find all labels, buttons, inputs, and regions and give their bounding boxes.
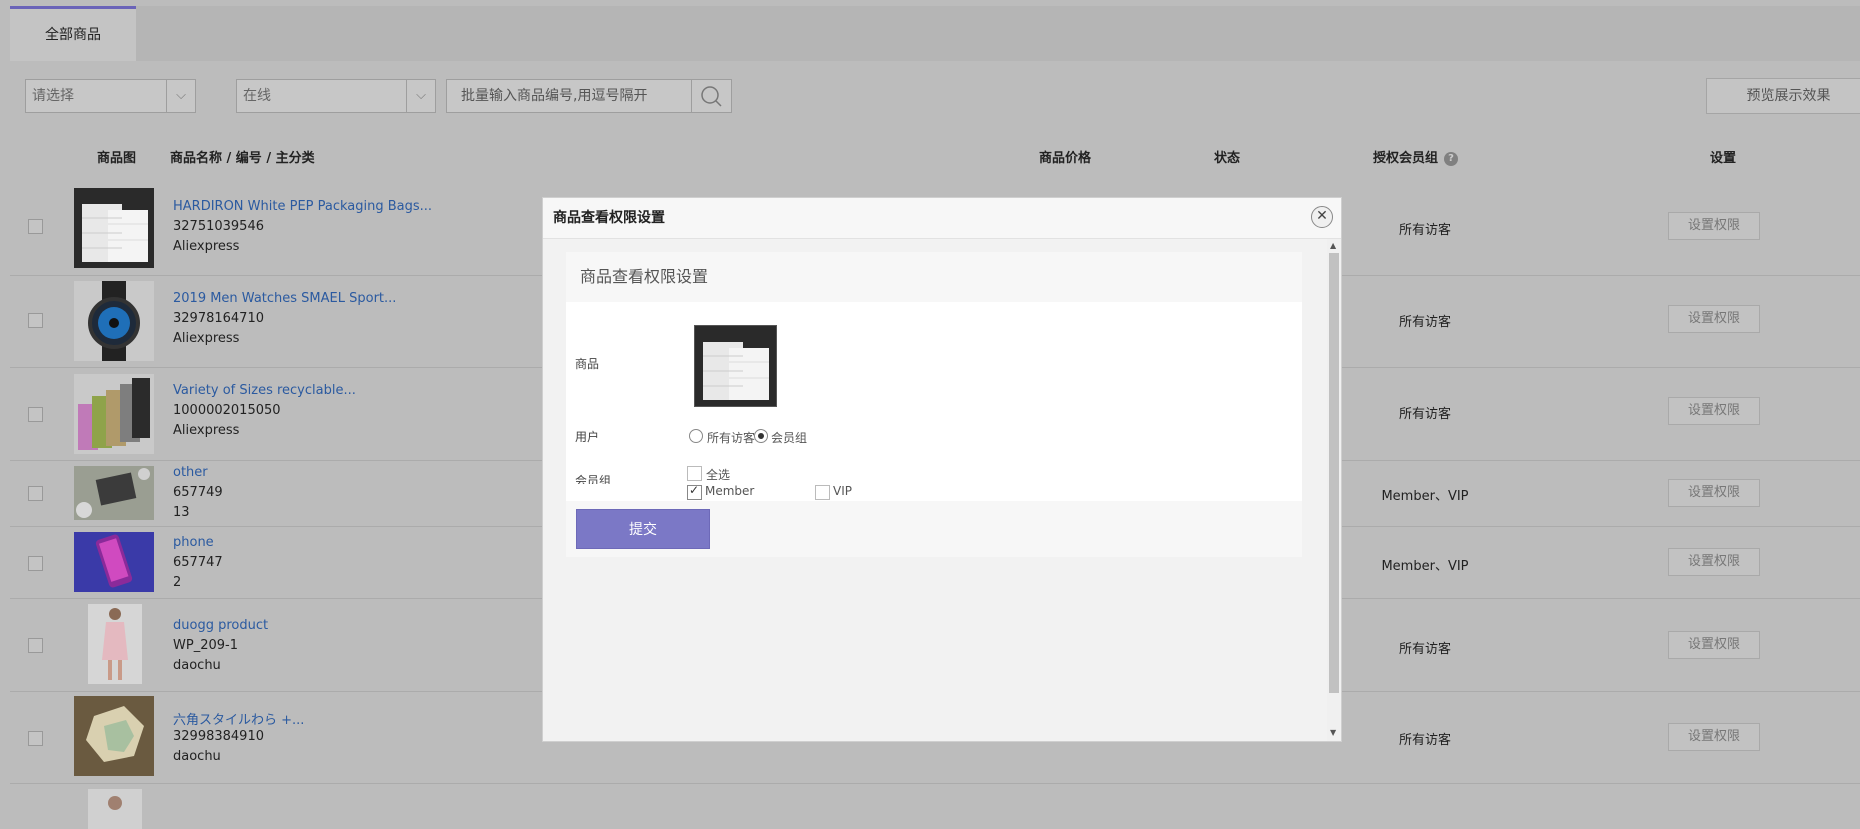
set-permission-button[interactable]: 设置权限 bbox=[1668, 723, 1760, 751]
authorized-group: Member、VIP bbox=[1381, 489, 1469, 504]
product-name-link[interactable]: HARDIRON White PEP Packaging Bags... bbox=[173, 199, 432, 214]
row-checkbox[interactable] bbox=[28, 731, 43, 746]
row-checkbox[interactable] bbox=[28, 313, 43, 328]
product-category: Aliexpress bbox=[173, 239, 240, 254]
product-category: daochu bbox=[173, 749, 221, 764]
authorized-group: 所有访客 bbox=[1398, 642, 1451, 657]
product-category: 13 bbox=[173, 505, 190, 520]
header-settings: 设置 bbox=[1710, 151, 1737, 166]
modal-scrollbar[interactable]: ▲ ▼ bbox=[1327, 239, 1341, 741]
search-icon bbox=[701, 86, 722, 107]
header-group: 授权会员组? bbox=[1373, 135, 1459, 183]
set-permission-button[interactable]: 设置权限 bbox=[1668, 397, 1760, 425]
select-all-label: 全选 bbox=[706, 468, 731, 482]
header-price: 商品价格 bbox=[1039, 151, 1092, 166]
row-checkbox[interactable] bbox=[28, 486, 43, 501]
row-checkbox[interactable] bbox=[28, 407, 43, 422]
authorized-group: Member、VIP bbox=[1381, 559, 1469, 574]
product-thumbnail bbox=[74, 374, 154, 454]
product-label: 商品 bbox=[575, 357, 600, 371]
category-select-value: 请选择 bbox=[32, 88, 74, 104]
authorized-group: 所有访客 bbox=[1398, 407, 1451, 422]
authorized-group: 所有访客 bbox=[1398, 315, 1451, 330]
member-checkbox[interactable] bbox=[687, 483, 702, 500]
submit-button[interactable]: 提交 bbox=[576, 509, 710, 549]
authorized-group: 所有访客 bbox=[1398, 733, 1451, 748]
radio-member-group-label: 会员组 bbox=[771, 431, 808, 445]
search-input[interactable]: 批量输入商品编号,用逗号隔开 bbox=[446, 79, 692, 113]
chevron-down-icon: ⌵ bbox=[406, 80, 435, 112]
header-image: 商品图 bbox=[97, 151, 137, 166]
tab-bar: 全部商品 bbox=[10, 6, 1860, 61]
product-number: 657747 bbox=[173, 555, 223, 570]
product-category: 2 bbox=[173, 575, 182, 590]
member-label: Member bbox=[705, 484, 755, 498]
product-thumbnail bbox=[88, 789, 142, 829]
table-row bbox=[10, 783, 1860, 829]
help-icon[interactable]: ? bbox=[1444, 151, 1459, 166]
category-select[interactable]: 请选择 ⌵ bbox=[25, 79, 196, 113]
product-number: 32751039546 bbox=[173, 219, 264, 234]
set-permission-button[interactable]: 设置权限 bbox=[1668, 631, 1760, 659]
set-permission-button[interactable]: 设置权限 bbox=[1668, 305, 1760, 333]
tab-all-products[interactable]: 全部商品 bbox=[10, 6, 136, 61]
product-thumbnail bbox=[74, 532, 154, 592]
product-number: 1000002015050 bbox=[173, 403, 281, 418]
permission-form: 商品 用户 所有访客 会员组 会员组 全选 bbox=[566, 302, 1302, 497]
modal-header: 商品查看权限设置 ✕ bbox=[543, 198, 1341, 239]
set-permission-button[interactable]: 设置权限 bbox=[1668, 479, 1760, 507]
row-checkbox[interactable] bbox=[28, 219, 43, 234]
product-name-link[interactable]: duogg product bbox=[173, 618, 268, 633]
scroll-down-icon[interactable]: ▼ bbox=[1330, 728, 1336, 737]
modal-title: 商品查看权限设置 bbox=[553, 210, 665, 226]
vip-label: VIP bbox=[833, 484, 852, 498]
product-image bbox=[694, 325, 777, 407]
radio-all-visitors[interactable] bbox=[689, 429, 703, 443]
close-icon[interactable]: ✕ bbox=[1311, 206, 1333, 228]
product-name-link[interactable]: Variety of Sizes recyclable... bbox=[173, 383, 356, 398]
product-thumbnail bbox=[74, 188, 154, 268]
form-footer: 提交 bbox=[566, 501, 1302, 557]
header-group-label: 授权会员组 bbox=[1373, 151, 1439, 166]
product-number: WP_209-1 bbox=[173, 638, 238, 653]
product-thumbnail bbox=[88, 604, 142, 684]
chevron-down-icon: ⌵ bbox=[166, 80, 195, 112]
authorized-group: 所有访客 bbox=[1398, 223, 1451, 238]
product-thumbnail bbox=[74, 466, 154, 520]
radio-member-group[interactable] bbox=[754, 429, 768, 443]
product-number: 657749 bbox=[173, 485, 223, 500]
header-status: 状态 bbox=[1214, 151, 1241, 166]
permission-modal: 商品查看权限设置 ✕ 商品查看权限设置 商品 用户 所有访客 会员组 会员组 全… bbox=[542, 197, 1342, 742]
product-name-link[interactable]: 六角スタイルわら +... bbox=[173, 709, 304, 728]
product-number: 32998384910 bbox=[173, 729, 264, 744]
filter-bar: 请选择 ⌵ 在线 ⌵ 批量输入商品编号,用逗号隔开 预览展示效果 bbox=[10, 70, 1860, 130]
modal-body: 商品查看权限设置 商品 用户 所有访客 会员组 会员组 全选 Member VI… bbox=[543, 239, 1327, 741]
scroll-thumb[interactable] bbox=[1329, 253, 1339, 693]
preview-button[interactable]: 预览展示效果 bbox=[1706, 78, 1860, 114]
product-category: Aliexpress bbox=[173, 331, 240, 346]
user-label: 用户 bbox=[575, 430, 600, 444]
product-category: Aliexpress bbox=[173, 423, 240, 438]
product-name-link[interactable]: phone bbox=[173, 535, 214, 550]
product-name-link[interactable]: other bbox=[173, 465, 208, 480]
set-permission-button[interactable]: 设置权限 bbox=[1668, 548, 1760, 576]
scroll-up-icon[interactable]: ▲ bbox=[1330, 241, 1336, 250]
set-permission-button[interactable]: 设置权限 bbox=[1668, 212, 1760, 240]
radio-all-visitors-label: 所有访客 bbox=[707, 431, 756, 445]
vip-checkbox[interactable] bbox=[815, 485, 830, 500]
product-number: 32978164710 bbox=[173, 311, 264, 326]
product-category: daochu bbox=[173, 658, 221, 673]
header-name: 商品名称 / 编号 / 主分类 bbox=[170, 151, 315, 166]
card-title: 商品查看权限设置 bbox=[566, 252, 1302, 302]
product-thumbnail bbox=[74, 696, 154, 776]
status-select-value: 在线 bbox=[243, 88, 271, 104]
search-button[interactable] bbox=[692, 79, 732, 113]
select-all-checkbox[interactable] bbox=[687, 466, 702, 481]
row-checkbox[interactable] bbox=[28, 638, 43, 653]
product-name-link[interactable]: 2019 Men Watches SMAEL Sport... bbox=[173, 291, 396, 306]
product-thumbnail bbox=[74, 281, 154, 361]
row-checkbox[interactable] bbox=[28, 556, 43, 571]
status-select[interactable]: 在线 ⌵ bbox=[236, 79, 436, 113]
table-header: 商品图 商品名称 / 编号 / 主分类 商品价格 状态 授权会员组? 设置 bbox=[10, 135, 1860, 183]
